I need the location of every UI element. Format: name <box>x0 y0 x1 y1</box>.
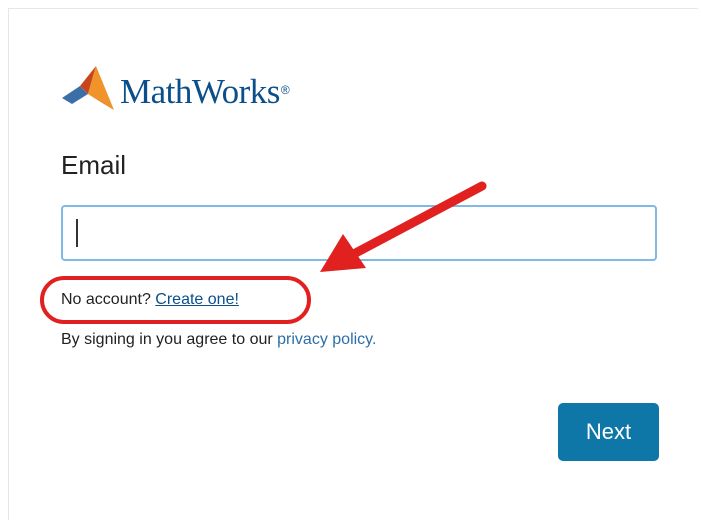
email-label: Email <box>61 150 127 180</box>
logo-text: MathWorks <box>120 71 280 111</box>
create-account-link[interactable]: Create one! <box>155 291 239 308</box>
no-account-line: No account? Create one! <box>61 291 239 309</box>
no-account-text: No account? <box>61 291 151 308</box>
privacy-policy-link[interactable]: privacy policy. <box>277 331 376 348</box>
text-caret <box>76 219 78 247</box>
next-button[interactable]: Next <box>558 403 659 461</box>
email-input[interactable] <box>61 205 657 261</box>
registered-mark: ® <box>280 82 290 97</box>
agreement-text: By signing in you agree to our <box>61 331 273 348</box>
mathworks-logo[interactable]: MathWorks ® <box>62 64 290 119</box>
privacy-agreement-line: By signing in you agree to our privacy p… <box>61 331 376 349</box>
mathworks-membrane-icon <box>62 64 114 119</box>
